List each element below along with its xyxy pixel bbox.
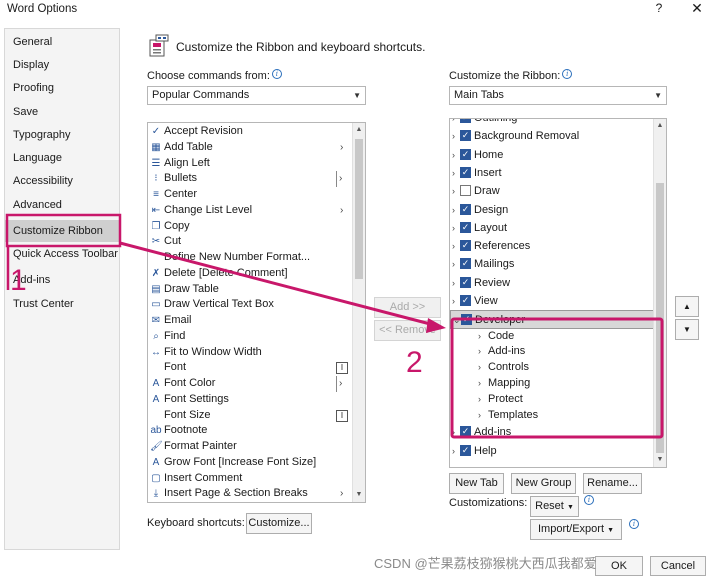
annotation-arrow-line xyxy=(119,241,435,327)
annotation-step-2: 2 xyxy=(406,346,423,379)
watermark: CSDN @芒果荔枝猕猴桃大西瓜我都爱 xyxy=(374,556,597,571)
annotation-box-customize-ribbon xyxy=(5,213,122,248)
annotation-box-developer xyxy=(450,317,664,439)
annotation-arrowhead xyxy=(426,318,446,333)
annotation-step-1: 1 xyxy=(10,264,27,297)
annotation-overlay: 1 2 xyxy=(5,213,664,439)
